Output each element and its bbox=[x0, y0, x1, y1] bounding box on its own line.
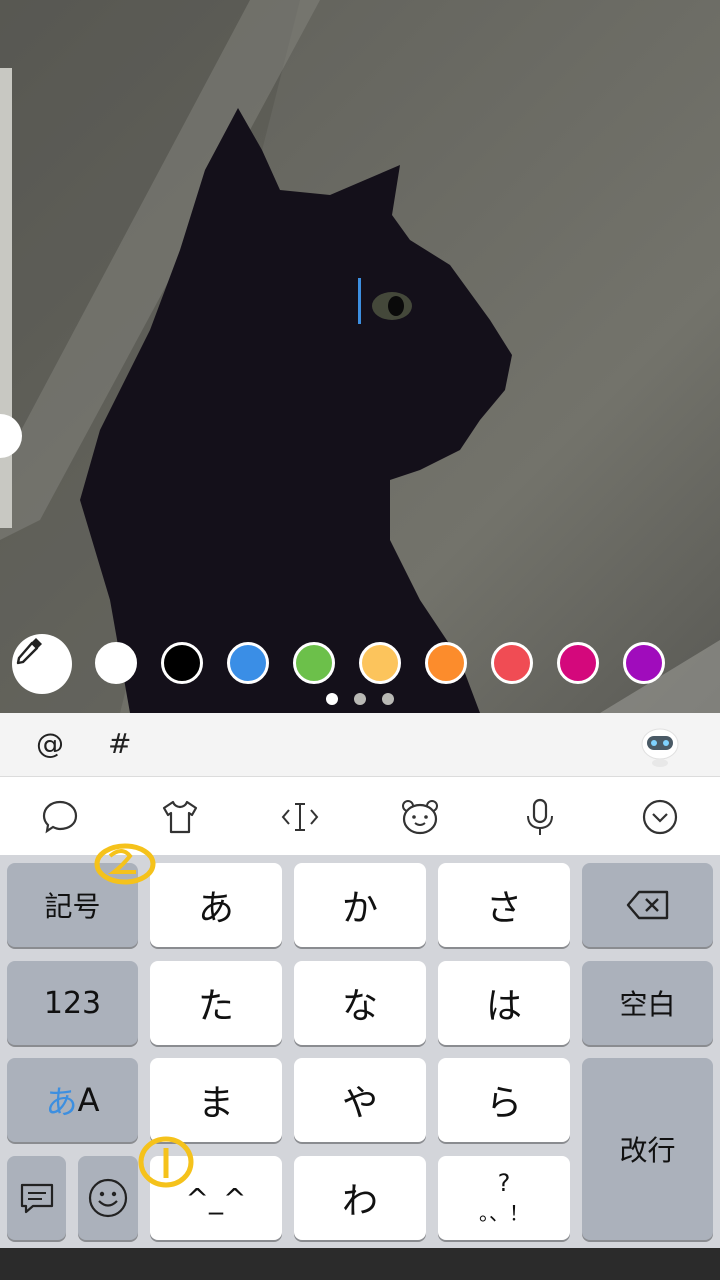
chevron-down-circle-icon[interactable] bbox=[638, 795, 682, 839]
palette-page-indicator bbox=[0, 693, 720, 707]
numbers-key[interactable]: 123 bbox=[7, 961, 138, 1045]
color-palette bbox=[0, 632, 720, 698]
color-swatch-magenta[interactable] bbox=[557, 642, 599, 684]
input-mode-kana-label: あ bbox=[45, 1083, 78, 1121]
kana-key-a[interactable]: あ bbox=[150, 863, 282, 947]
chat-key[interactable] bbox=[7, 1156, 66, 1240]
mention-at-button[interactable]: @ bbox=[36, 727, 64, 760]
bear-face-icon[interactable] bbox=[398, 795, 442, 839]
kana-key-ha[interactable]: は bbox=[438, 961, 570, 1045]
page-dot[interactable] bbox=[326, 693, 338, 705]
eyedropper-button[interactable] bbox=[12, 634, 72, 694]
smiley-face-icon bbox=[88, 1178, 128, 1218]
color-swatch-yellow[interactable] bbox=[359, 642, 401, 684]
system-bottom-bar bbox=[0, 1248, 720, 1280]
cat-photo bbox=[0, 0, 720, 713]
kana-key-ra[interactable]: ら bbox=[438, 1058, 570, 1142]
backspace-key[interactable] bbox=[582, 863, 713, 947]
punctuation-key[interactable]: ? 。、！ bbox=[438, 1156, 570, 1240]
color-swatch-black[interactable] bbox=[161, 642, 203, 684]
kana-key-ma[interactable]: ま bbox=[150, 1058, 282, 1142]
eyedropper-icon bbox=[16, 638, 42, 665]
enter-key[interactable]: 改行 bbox=[582, 1058, 713, 1240]
page-dot[interactable] bbox=[382, 693, 394, 705]
color-swatch-orange[interactable] bbox=[425, 642, 467, 684]
backspace-icon bbox=[626, 890, 668, 920]
color-swatch-green[interactable] bbox=[293, 642, 335, 684]
color-swatch-purple[interactable] bbox=[623, 642, 665, 684]
assistant-robot-icon[interactable] bbox=[638, 724, 682, 768]
photo-canvas[interactable] bbox=[0, 0, 720, 713]
hashtag-button[interactable]: # bbox=[108, 727, 131, 760]
input-mode-key[interactable]: あA bbox=[7, 1058, 138, 1142]
speech-bubble-icon[interactable] bbox=[38, 795, 82, 839]
annotation-number-1 bbox=[138, 1136, 194, 1188]
japanese-flick-keyboard: 記号 123 あA あ か さ た な は ま や ら ^_^ わ ? 。、！ bbox=[0, 855, 720, 1248]
page-dot[interactable] bbox=[354, 693, 366, 705]
input-mode-latin-label: A bbox=[77, 1081, 100, 1119]
kana-key-sa[interactable]: さ bbox=[438, 863, 570, 947]
punctuation-question: ? bbox=[497, 1169, 511, 1197]
annotation-number-2 bbox=[94, 843, 156, 885]
mention-suggestion-bar: @ # bbox=[0, 713, 720, 777]
color-swatch-white[interactable] bbox=[95, 642, 137, 684]
chat-bubble-icon bbox=[20, 1183, 53, 1214]
color-swatch-blue[interactable] bbox=[227, 642, 269, 684]
tshirt-icon[interactable] bbox=[158, 795, 202, 839]
microphone-icon[interactable] bbox=[518, 795, 562, 839]
kana-key-ya[interactable]: や bbox=[294, 1058, 426, 1142]
kana-key-ka[interactable]: か bbox=[294, 863, 426, 947]
space-key[interactable]: 空白 bbox=[582, 961, 713, 1045]
cursor-move-icon[interactable] bbox=[278, 795, 322, 839]
color-swatch-red[interactable] bbox=[491, 642, 533, 684]
text-cursor bbox=[358, 278, 361, 324]
emoji-key[interactable] bbox=[78, 1156, 138, 1240]
kana-key-na[interactable]: な bbox=[294, 961, 426, 1045]
kana-key-ta[interactable]: た bbox=[150, 961, 282, 1045]
kana-key-wa[interactable]: わ bbox=[294, 1156, 426, 1240]
brush-size-track[interactable] bbox=[0, 68, 12, 528]
punctuation-marks: 。、！ bbox=[479, 1201, 529, 1225]
